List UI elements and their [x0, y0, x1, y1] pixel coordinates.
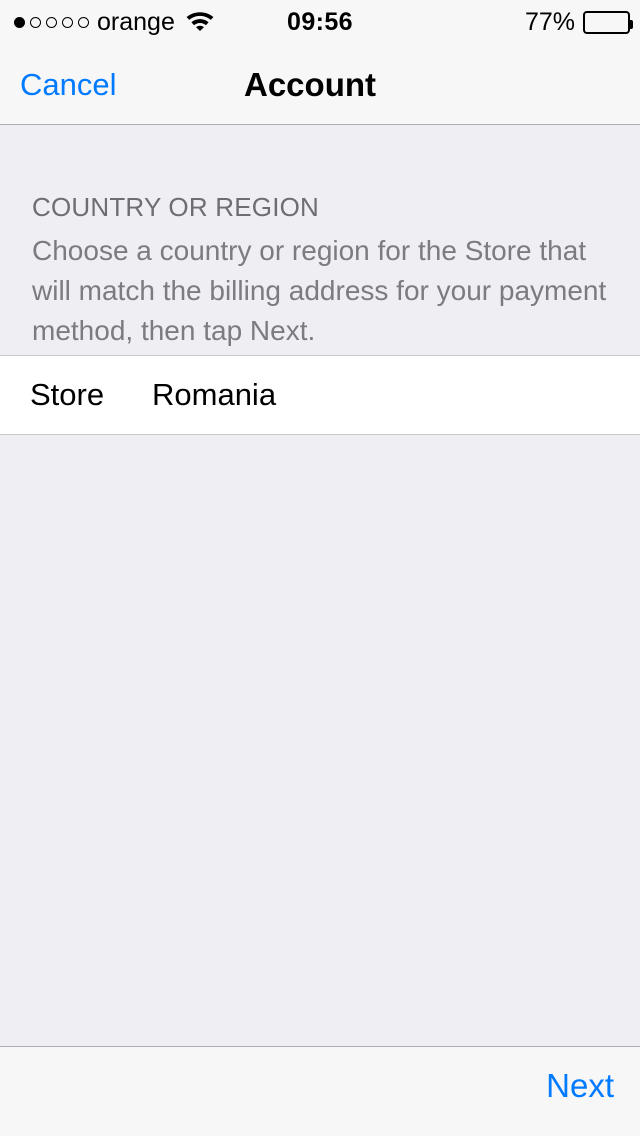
- page-title: Account: [244, 65, 376, 103]
- content-area: COUNTRY OR REGION Choose a country or re…: [0, 126, 640, 1046]
- store-row-label: Store: [30, 377, 105, 412]
- battery-nub-icon: [630, 20, 633, 29]
- battery-percent-label: 77%: [524, 8, 575, 36]
- carrier-name: orange: [97, 8, 175, 36]
- status-bar: orange 09:56 77%: [0, 0, 640, 45]
- signal-dot-4: [62, 17, 73, 28]
- section-header-country-or-region: COUNTRY OR REGION: [32, 192, 320, 222]
- signal-dot-3: [46, 17, 57, 28]
- signal-dot-2: [30, 17, 41, 28]
- wifi-icon: [185, 9, 215, 37]
- cellular-signal-dots-icon: [14, 17, 89, 28]
- phone-screen: orange 09:56 77% Cancel Account COUNTRY …: [0, 0, 640, 1136]
- navigation-bar: Cancel Account: [0, 45, 640, 125]
- status-bar-clock: 09:56: [287, 8, 353, 36]
- store-row-value: Romania: [152, 377, 277, 412]
- section-description: Choose a country or region for the Store…: [32, 235, 607, 346]
- next-button[interactable]: Next: [540, 1063, 620, 1109]
- battery-icon: [583, 11, 633, 34]
- signal-dot-5: [78, 17, 89, 28]
- table-row-store[interactable]: Store Romania: [0, 355, 640, 435]
- signal-dot-1: [14, 17, 25, 28]
- bottom-toolbar: Next: [0, 1046, 640, 1136]
- status-bar-left-group: orange: [14, 0, 215, 45]
- status-bar-right-group: 77%: [524, 0, 633, 45]
